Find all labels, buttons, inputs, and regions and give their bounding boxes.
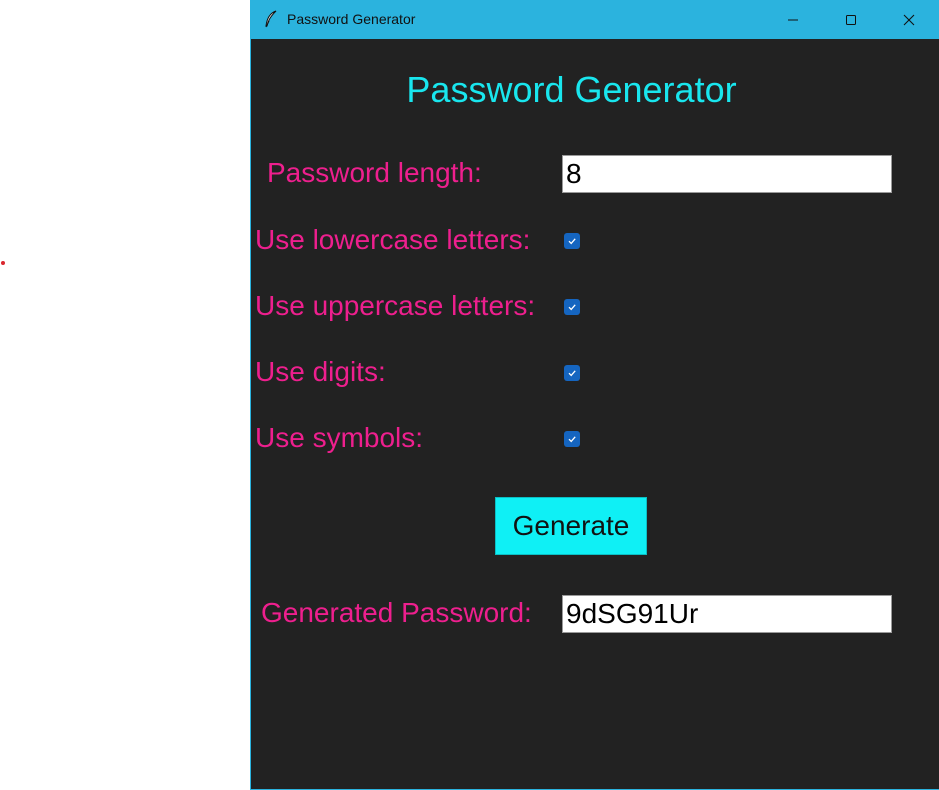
uppercase-label: Use uppercase letters: [255,290,536,321]
checkmark-icon [568,436,576,443]
window-title: Password Generator [287,11,416,27]
password-length-input[interactable] [562,155,892,193]
checkmark-icon [568,238,576,245]
feather-icon [265,10,277,28]
checkmark-icon [568,370,576,377]
title-bar[interactable]: Password Generator [251,0,939,39]
generate-button[interactable]: Generate [495,497,647,555]
close-button[interactable] [880,0,938,39]
uppercase-checkbox[interactable] [564,299,580,315]
lowercase-label: Use lowercase letters: [255,224,531,255]
minimize-icon [788,19,798,20]
digits-label: Use digits: [255,356,386,387]
symbols-label: Use symbols: [255,422,424,453]
symbols-checkbox[interactable] [564,431,580,447]
maximize-icon [846,14,856,25]
app-content: Password Generator Password length: Use … [251,39,939,789]
minimize-button[interactable] [764,0,822,39]
checkmark-icon [568,304,576,311]
close-icon [903,14,915,25]
stray-dot [1,261,5,265]
password-length-label: Password length: [267,157,482,188]
lowercase-checkbox[interactable] [564,233,580,249]
generated-password-field[interactable] [562,595,892,633]
digits-checkbox[interactable] [564,365,580,381]
app-window: Password Generator Password Generator Pa… [250,0,939,790]
generated-password-label: Generated Password: [261,597,532,628]
page-title: Password Generator [406,69,737,110]
maximize-button[interactable] [822,0,880,39]
